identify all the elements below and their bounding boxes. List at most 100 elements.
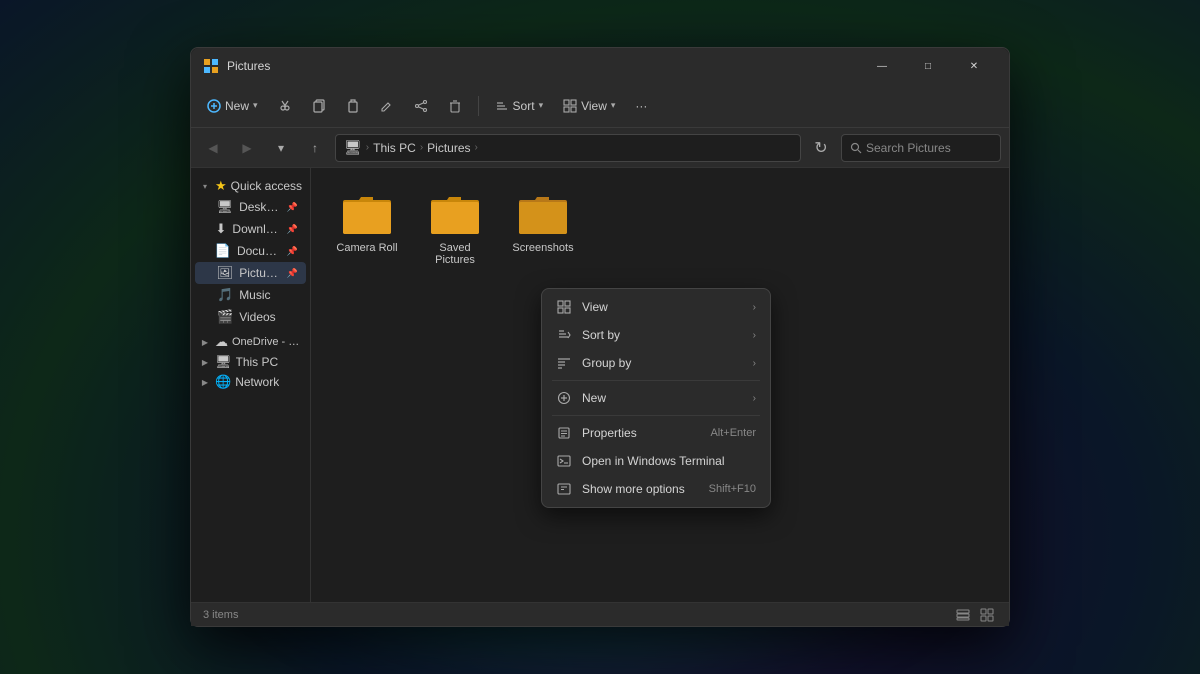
dropdown-button[interactable]: ▾ <box>267 134 295 162</box>
terminal-icon <box>556 453 572 469</box>
breadcrumb-pictures[interactable]: Pictures <box>427 141 470 155</box>
rename-button[interactable] <box>372 95 402 117</box>
pin-icon-pic: 📌 <box>287 268 298 279</box>
statusbar: 3 items <box>191 602 1009 626</box>
onedrive-icon: ☁ <box>215 334 228 350</box>
minimize-button[interactable]: — <box>859 50 905 82</box>
network-icon: 🌐 <box>215 374 231 390</box>
back-button[interactable]: ◀ <box>199 134 227 162</box>
copy-button[interactable] <box>304 95 334 117</box>
ctx-more-options-label: Show more options <box>582 482 699 496</box>
folder-name-camera: Camera Roll <box>336 242 397 254</box>
thispc-icon: 🖥 <box>215 354 232 370</box>
sidebar-section-quickaccess[interactable]: ▾ ★ Quick access <box>195 176 306 196</box>
tile-view-button[interactable] <box>977 606 997 624</box>
sidebar-item-desktop[interactable]: 🖥 Desktop 📌 <box>195 196 306 218</box>
sidebar-section-thispc[interactable]: ▶ 🖥 This PC <box>195 352 306 372</box>
videos-label: Videos <box>239 310 275 324</box>
new-button[interactable]: New ▾ <box>199 95 266 117</box>
more-options-icon <box>556 481 572 497</box>
sidebar-item-pictures[interactable]: 🖼 Pictures 📌 <box>195 262 306 284</box>
folder-icon-camera <box>341 192 393 236</box>
breadcrumb-thispc[interactable]: This PC <box>373 141 416 155</box>
window-controls: — □ ✕ <box>859 50 997 82</box>
more-button[interactable]: ··· <box>627 95 655 117</box>
sidebar-item-documents[interactable]: 📄 Documents 📌 <box>195 240 306 262</box>
ctx-more-options[interactable]: Show more options Shift+F10 <box>546 475 766 503</box>
share-button[interactable] <box>406 95 436 117</box>
pictures-label: Pictures <box>239 266 281 280</box>
folder-saved-pictures[interactable]: Saved Pictures <box>415 184 495 274</box>
folder-icon-screenshots <box>517 192 569 236</box>
statusbar-view-buttons <box>953 606 997 624</box>
ctx-view[interactable]: View › <box>546 293 766 321</box>
sidebar-section-onedrive[interactable]: ▶ ☁ OneDrive - Personal <box>195 332 306 352</box>
ctx-sortby-label: Sort by <box>582 328 743 342</box>
ctx-terminal[interactable]: Open in Windows Terminal <box>546 447 766 475</box>
ctx-properties-shortcut: Alt+Enter <box>710 427 756 439</box>
ctx-groupby[interactable]: Group by › <box>546 349 766 377</box>
star-icon: ★ <box>215 178 227 194</box>
ctx-new[interactable]: New › <box>546 384 766 412</box>
sort-button[interactable]: Sort ▾ <box>487 95 552 117</box>
pin-icon-doc: 📌 <box>287 246 298 257</box>
list-view-button[interactable] <box>953 606 973 624</box>
expand-icon: ▾ <box>199 180 211 192</box>
sort-icon <box>556 327 572 343</box>
ctx-divider-2 <box>552 415 760 416</box>
folder-name-saved: Saved Pictures <box>419 242 491 266</box>
pin-icon: 📌 <box>287 202 298 213</box>
breadcrumb-home-icon: 🖥 <box>344 139 362 156</box>
expand-icon-pc: ▶ <box>199 356 211 368</box>
folder-name-screenshots: Screenshots <box>512 242 573 254</box>
titlebar: Pictures — □ ✕ <box>191 48 1009 84</box>
folder-screenshots[interactable]: Screenshots <box>503 184 583 274</box>
file-area: Camera Roll Saved Pictures <box>311 168 1009 602</box>
network-label: Network <box>235 375 279 389</box>
sidebar-item-videos[interactable]: 🎬 Videos <box>195 306 306 328</box>
music-label: Music <box>239 288 270 302</box>
context-menu: View › Sort by › Group by › <box>541 288 771 508</box>
sidebar-item-downloads[interactable]: ⬇ Downloads 📌 <box>195 218 306 240</box>
ctx-properties-label: Properties <box>582 426 700 440</box>
view-button[interactable]: View ▾ <box>555 95 623 117</box>
sidebar: ▾ ★ Quick access 🖥 Desktop 📌 ⬇ Downloads… <box>191 168 311 602</box>
search-bar[interactable]: Search Pictures <box>841 134 1001 162</box>
toolbar-separator <box>478 96 479 116</box>
close-button[interactable]: ✕ <box>951 50 997 82</box>
downloads-label: Downloads <box>232 222 280 236</box>
up-button[interactable]: ↑ <box>301 134 329 162</box>
paste-button[interactable] <box>338 95 368 117</box>
desktop-label: Desktop <box>239 200 281 214</box>
properties-icon <box>556 425 572 441</box>
sidebar-item-music[interactable]: 🎵 Music <box>195 284 306 306</box>
ctx-view-arrow: › <box>753 302 756 313</box>
ctx-terminal-label: Open in Windows Terminal <box>582 454 756 468</box>
group-icon <box>556 355 572 371</box>
folder-grid: Camera Roll Saved Pictures <box>327 184 993 274</box>
cut-button[interactable] <box>270 95 300 117</box>
folder-camera-roll[interactable]: Camera Roll <box>327 184 407 274</box>
ctx-more-options-shortcut: Shift+F10 <box>709 483 756 495</box>
folder-icon-saved <box>429 192 481 236</box>
refresh-button[interactable]: ↻ <box>807 134 835 162</box>
breadcrumb-bar[interactable]: 🖥 › This PC › Pictures › <box>335 134 801 162</box>
quickaccess-label: Quick access <box>231 179 302 193</box>
sidebar-section-network[interactable]: ▶ 🌐 Network <box>195 372 306 392</box>
forward-button[interactable]: ▶ <box>233 134 261 162</box>
ctx-sortby[interactable]: Sort by › <box>546 321 766 349</box>
main-content: ▾ ★ Quick access 🖥 Desktop 📌 ⬇ Downloads… <box>191 168 1009 602</box>
ctx-sortby-arrow: › <box>753 330 756 341</box>
maximize-button[interactable]: □ <box>905 50 951 82</box>
delete-button[interactable] <box>440 95 470 117</box>
downloads-icon: ⬇ <box>216 221 227 237</box>
view-icon <box>556 299 572 315</box>
ctx-properties[interactable]: Properties Alt+Enter <box>546 419 766 447</box>
desktop-icon: 🖥 <box>217 199 234 215</box>
videos-icon: 🎬 <box>217 309 233 325</box>
pictures-icon: 🖼 <box>217 265 234 281</box>
search-placeholder: Search Pictures <box>866 141 951 155</box>
documents-icon: 📄 <box>215 243 231 259</box>
ctx-groupby-label: Group by <box>582 356 743 370</box>
status-count: 3 items <box>203 609 238 621</box>
